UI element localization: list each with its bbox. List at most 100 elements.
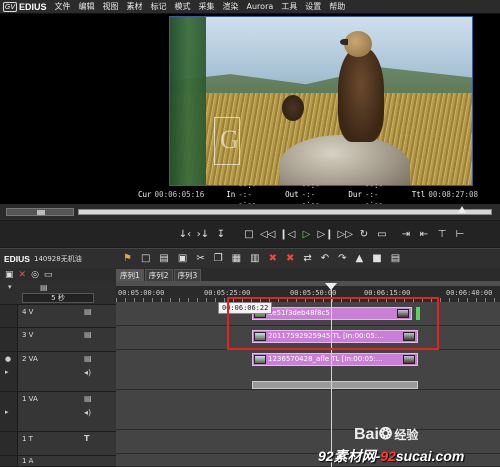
mode-icon[interactable]: ▣ (5, 270, 14, 280)
play-icon[interactable]: ▷ (299, 227, 313, 241)
timecode-readout: Cur 00:06:05:16 In --:--:--:-- Out --:--… (0, 181, 500, 208)
menu-help[interactable]: 帮助 (329, 1, 345, 12)
speaker-icon[interactable]: ◂) (84, 408, 91, 417)
ripple-delete-icon[interactable]: ✖ (286, 253, 294, 264)
clip-track2[interactable]: 1236570428_afle TL [In:00:05:... (252, 353, 418, 366)
tab-sequence-3[interactable]: 序列3 (173, 269, 202, 281)
sync-icon[interactable]: ⇄ (303, 253, 311, 264)
track-label-4v: 4 V (22, 308, 34, 316)
track-header-4v[interactable]: 4 V ▤ (0, 305, 116, 328)
menu-render[interactable]: 渲染 (223, 1, 239, 12)
title-track-icon[interactable]: T (84, 434, 89, 443)
site-prefix: 92素材网- (318, 448, 381, 464)
cut-icon[interactable]: ✂ (196, 253, 204, 264)
menu-clip[interactable]: 素材 (127, 1, 143, 12)
speaker-icon[interactable]: ◂) (84, 368, 91, 377)
step-back-icon[interactable]: ❙◁ (279, 227, 295, 241)
menu-capture[interactable]: 采集 (199, 1, 215, 12)
preview-eagle-body (338, 47, 384, 142)
video-track-icon[interactable]: ▤ (84, 354, 92, 363)
video-track-icon[interactable]: ▤ (84, 330, 92, 339)
ruler-label-1: 00:05:25:00 (204, 289, 251, 297)
menu-marker[interactable]: 标记 (151, 1, 167, 12)
track-header-1t[interactable]: 1 T T (0, 432, 116, 456)
track-label-1a: 1 A (22, 457, 34, 465)
video-track-icon[interactable]: ▤ (84, 307, 92, 316)
menu-view[interactable]: 视图 (103, 1, 119, 12)
position-bar[interactable] (78, 206, 492, 215)
menu-tools[interactable]: 工具 (281, 1, 297, 12)
playhead-marker[interactable] (325, 283, 337, 290)
sync-track-icon[interactable]: ▤ (40, 283, 48, 292)
grass-valley-logo-icon: GV (3, 1, 17, 12)
save-icon[interactable]: ▣ (178, 253, 187, 264)
open-project-icon[interactable]: ▤ (159, 253, 168, 264)
baidu-text: Bai (354, 426, 379, 443)
menu-mode[interactable]: 模式 (175, 1, 191, 12)
track-label-3v: 3 V (22, 331, 34, 339)
track-header-3v[interactable]: 3 V ▤ (0, 328, 116, 352)
marker-icon[interactable]: ▲ (356, 253, 364, 264)
copy-icon[interactable]: ❐ (214, 253, 223, 264)
audio-clip-track2[interactable] (252, 381, 418, 389)
overlay-letter: G (220, 125, 239, 154)
ruler-label-4: 00:06:40:00 (446, 289, 493, 297)
ruler-label-0: 00:05:00:00 (118, 289, 165, 297)
track-side-1t (0, 432, 18, 455)
mark-in-icon[interactable]: ↓‹ (178, 227, 192, 241)
group-icon[interactable]: ▭ (44, 270, 53, 280)
video-preview-frame: G (169, 16, 473, 186)
track-header-1va[interactable]: ▸ 1 VA ▤ ◂) (0, 392, 116, 432)
delete-icon[interactable]: ✖ (269, 253, 277, 264)
baidu-cn-text: 经验 (394, 428, 419, 442)
video-track-icon[interactable]: ▤ (84, 394, 92, 403)
expand-icon[interactable]: ▸ (5, 408, 9, 416)
fast-forward-icon[interactable]: ▷▷ (338, 227, 353, 241)
mark-out-icon[interactable]: ›↓ (196, 227, 210, 241)
stop-icon[interactable]: □ (242, 227, 256, 241)
shuttle-slider[interactable] (6, 208, 74, 216)
rewind-icon[interactable]: ◁◁ (260, 227, 275, 241)
baidu-watermark: Bai❂ 经验 (354, 424, 418, 444)
output-icon[interactable]: ▭ (375, 227, 389, 241)
collapse-icon[interactable]: ▾ (8, 283, 12, 291)
paste-icon[interactable]: ▦ (232, 253, 241, 264)
shuttle-handle[interactable] (37, 210, 45, 215)
menu-file[interactable]: 文件 (55, 1, 71, 12)
expand-icon[interactable]: ▸ (5, 368, 9, 376)
tab-sequence-1[interactable]: 序列1 (116, 269, 144, 281)
timescale-select[interactable]: 5 秒 (22, 293, 94, 303)
insert-icon[interactable]: ⇤ (417, 227, 431, 241)
undo-icon[interactable]: ↶ (321, 253, 329, 264)
step-forward-icon[interactable]: ▷❙ (317, 227, 333, 241)
track-1va[interactable] (116, 390, 500, 430)
link-icon[interactable]: ◎ (31, 270, 39, 280)
new-sequence-icon[interactable]: ⚑ (123, 253, 132, 264)
track-header-2va[interactable]: ● ▸ 2 VA ▤ ◂) (0, 352, 116, 392)
menu-settings[interactable]: 设置 (305, 1, 321, 12)
overwrite-icon[interactable]: ⇥ (399, 227, 413, 241)
track-toolbar: ▣ ✕ ◎ ▭ (0, 268, 116, 281)
snap-icon[interactable]: ✕ (19, 270, 27, 280)
menu-edit[interactable]: 编辑 (79, 1, 95, 12)
render-icon[interactable]: ■ (372, 253, 381, 264)
position-thumb[interactable] (458, 206, 467, 213)
ruler-label-2: 00:05:50:00 (290, 289, 337, 297)
export-icon[interactable]: ▤ (391, 253, 400, 264)
link-track-icon[interactable]: ● (5, 355, 11, 363)
redo-icon[interactable]: ↷ (338, 253, 346, 264)
extend-icon[interactable]: ⊢ (453, 227, 467, 241)
split-icon[interactable]: ⊤ (435, 227, 449, 241)
new-project-icon[interactable]: □ (141, 253, 150, 264)
track-side-1va: ▸ (0, 392, 18, 431)
track-header-1a[interactable]: 1 A (0, 456, 116, 467)
scrubber-area (0, 204, 500, 220)
track-side-2va: ● ▸ (0, 352, 18, 391)
replace-icon[interactable]: ▥ (250, 253, 259, 264)
set-in-icon[interactable]: ↧ (214, 227, 228, 241)
timeline-toolbar: EDIUS 140928无机油 ⚑ □ ▤ ▣ ✂ ❐ ▦ ▥ ✖ ✖ ⇄ ↶ … (0, 248, 500, 268)
menu-aurora[interactable]: Aurora (247, 2, 274, 11)
loop-icon[interactable]: ↻ (357, 227, 371, 241)
app-title: EDIUS (19, 1, 47, 12)
tab-sequence-2[interactable]: 序列2 (144, 269, 173, 281)
